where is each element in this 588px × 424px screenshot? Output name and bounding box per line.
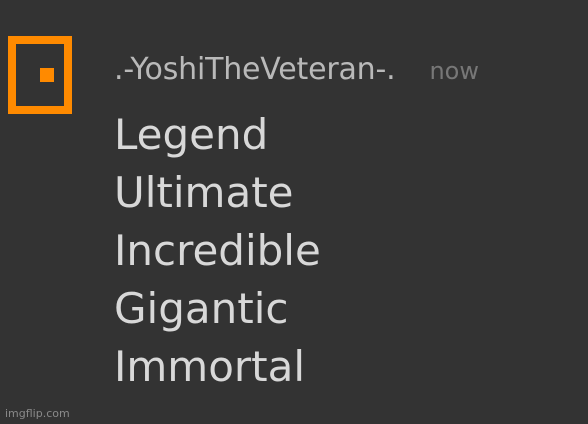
message-line: Legend — [114, 110, 269, 159]
message-body: Legend Ultimate Incredible Gigantic Immo… — [114, 106, 321, 396]
timestamp: now — [429, 57, 479, 85]
message-line: Gigantic — [114, 284, 289, 333]
message-line: Ultimate — [114, 168, 294, 217]
avatar-center-square — [40, 68, 54, 82]
message-line: Incredible — [114, 226, 321, 275]
watermark: imgflip.com — [5, 407, 70, 420]
username[interactable]: .-YoshiTheVeteran-. — [114, 52, 396, 88]
message-line: Immortal — [114, 342, 306, 391]
message-header: .-YoshiTheVeteran-. now — [114, 52, 479, 89]
avatar[interactable] — [8, 36, 72, 114]
chat-message: .-YoshiTheVeteran-. now Legend Ultimate … — [0, 0, 588, 424]
